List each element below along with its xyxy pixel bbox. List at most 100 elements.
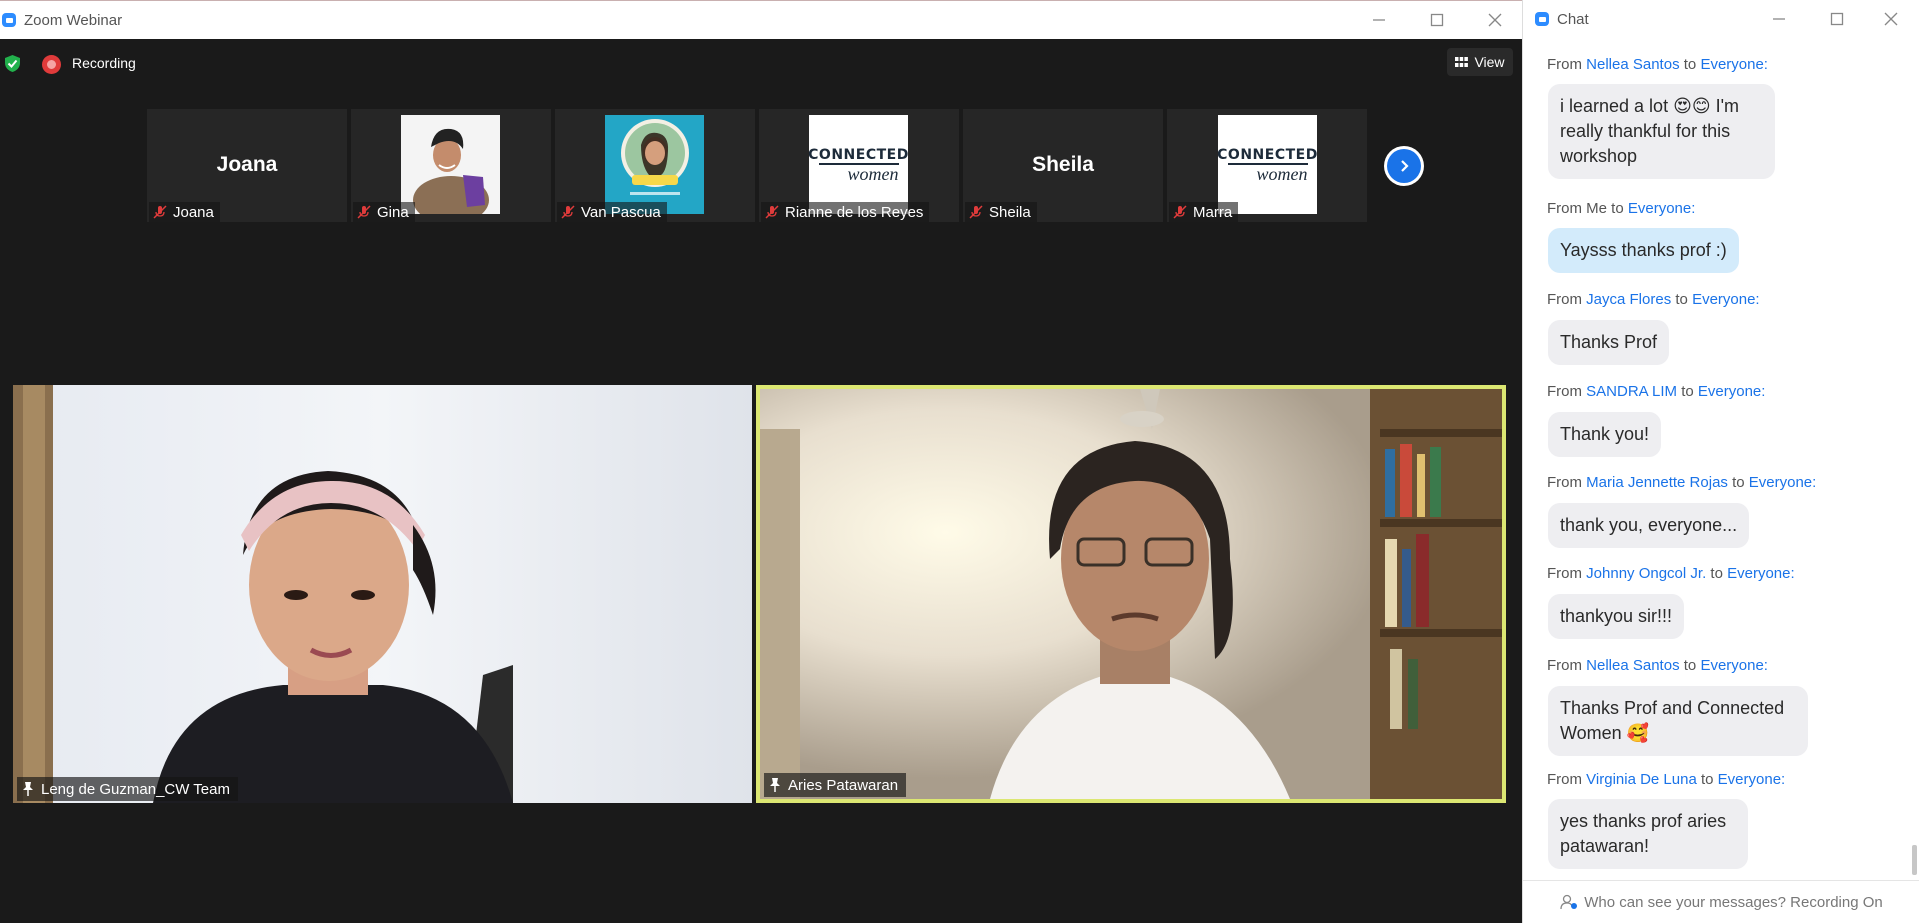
title-bar: Zoom Webinar xyxy=(0,1,1522,39)
participant-name-display: Sheila xyxy=(1032,153,1094,176)
participant-label: Van Pascua xyxy=(557,202,667,222)
minimize-button[interactable] xyxy=(1350,1,1408,39)
recording-icon[interactable] xyxy=(42,55,61,74)
recording-label: Recording xyxy=(72,55,136,71)
close-button[interactable] xyxy=(1466,1,1524,39)
minimize-icon xyxy=(1373,19,1385,21)
grid-view-icon xyxy=(1455,56,1469,67)
maximize-icon xyxy=(1430,13,1444,27)
participant-label: Rianne de los Reyes xyxy=(761,202,930,222)
participant-thumbnail[interactable]: CONNECTED women Rianne de los Reyes xyxy=(759,109,959,222)
close-icon xyxy=(1488,13,1502,27)
maximize-button[interactable] xyxy=(1808,0,1866,38)
to-word: to xyxy=(1607,200,1628,217)
participant-label: Marra xyxy=(1169,202,1239,222)
chat-message-bubble[interactable]: Yaysss thanks prof :) xyxy=(1548,228,1739,273)
participant-name: Gina xyxy=(377,203,409,221)
connected-women-logo: CONNECTED women xyxy=(809,115,908,214)
chat-sender-name[interactable]: Nellea Santos xyxy=(1586,56,1679,73)
participant-thumbnail[interactable]: Gina xyxy=(351,109,551,222)
shield-icon[interactable] xyxy=(4,54,21,73)
from-word: From xyxy=(1547,200,1587,217)
chat-message-header: From Nellea Santos to Everyone: xyxy=(1547,56,1768,73)
close-icon xyxy=(1884,12,1898,26)
next-page-button[interactable] xyxy=(1384,146,1424,186)
chat-recipient: Everyone: xyxy=(1627,200,1696,217)
chat-title-bar: Chat xyxy=(1523,0,1919,38)
participant-photo xyxy=(605,115,704,214)
chat-recipient: Everyone: xyxy=(1700,56,1768,73)
mic-muted-icon xyxy=(765,205,779,219)
logo-text-top: CONNECTED xyxy=(1218,146,1317,163)
chat-footer[interactable]: Who can see your messages? Recording On xyxy=(1523,880,1919,923)
participant-name: Van Pascua xyxy=(581,203,661,221)
from-word: From xyxy=(1547,474,1587,491)
mic-muted-icon xyxy=(969,205,983,219)
video-tile[interactable]: Leng de Guzman_CW Team xyxy=(13,385,752,803)
participant-thumbnail[interactable]: Joana Joana xyxy=(147,109,347,222)
maximize-icon xyxy=(1830,12,1844,26)
chat-sender-name[interactable]: SANDRA LIM xyxy=(1586,383,1677,400)
participant-photo xyxy=(401,115,500,214)
zoom-logo-icon xyxy=(1535,12,1549,26)
chat-message-header: From Johnny Ongcol Jr. to Everyone: xyxy=(1547,565,1795,582)
chat-recipient: Everyone: xyxy=(1717,771,1786,788)
participant-thumbnail[interactable]: Van Pascua xyxy=(555,109,755,222)
participant-label: Aries Patawaran xyxy=(764,773,907,797)
chat-sender-name: Me xyxy=(1586,200,1608,217)
from-word: From xyxy=(1547,56,1587,73)
participant-thumbnail[interactable]: CONNECTED women Marra xyxy=(1167,109,1367,222)
chat-message-header: From SANDRA LIM to Everyone: xyxy=(1547,383,1765,400)
view-label: View xyxy=(1474,54,1505,70)
participant-video xyxy=(760,389,1502,799)
chat-recipient: Everyone: xyxy=(1697,383,1766,400)
chat-message-list[interactable]: From Nellea Santos to Everyone: i learned… xyxy=(1523,38,1919,877)
chat-message-header: From Me to Everyone: xyxy=(1547,200,1695,217)
participant-thumbnail[interactable]: Sheila Sheila xyxy=(963,109,1163,222)
to-word: to xyxy=(1679,56,1701,73)
to-word: to xyxy=(1706,565,1728,582)
user-visibility-icon xyxy=(1560,894,1578,910)
chat-message-bubble[interactable]: Thank you! xyxy=(1548,412,1662,457)
participant-label: Joana xyxy=(149,202,220,222)
chat-recipient: Everyone: xyxy=(1692,291,1760,308)
logo-text-bottom: women xyxy=(818,162,899,183)
chat-message-bubble[interactable]: Thanks Prof and Connected Women 🥰 xyxy=(1548,686,1808,756)
view-button[interactable]: View xyxy=(1447,48,1513,76)
from-word: From xyxy=(1547,383,1587,400)
to-word: to xyxy=(1696,771,1718,788)
chat-sender-name[interactable]: Nellea Santos xyxy=(1586,657,1679,674)
close-button[interactable] xyxy=(1862,0,1919,38)
participant-name: Aries Patawaran xyxy=(788,776,899,794)
chat-message-bubble[interactable]: thankyou sir!!! xyxy=(1548,594,1685,639)
mic-muted-icon xyxy=(561,205,575,219)
chat-privacy-notice: Who can see your messages? Recording On xyxy=(1584,893,1883,911)
zoom-webinar-window: Zoom Webinar Recording View Joana Joana xyxy=(0,0,1522,923)
zoom-logo-icon xyxy=(2,13,16,27)
chat-message-header: From Jayca Flores to Everyone: xyxy=(1547,291,1760,308)
participant-video xyxy=(13,385,752,803)
chat-message-bubble[interactable]: yes thanks prof aries patawaran! xyxy=(1548,799,1748,869)
to-word: to xyxy=(1671,291,1693,308)
chat-message-header: From Virginia De Luna to Everyone: xyxy=(1547,771,1785,788)
chat-message-bubble[interactable]: thank you, everyone... xyxy=(1548,503,1750,548)
from-word: From xyxy=(1547,657,1587,674)
to-word: to xyxy=(1679,657,1701,674)
active-speaker-tile[interactable]: Aries Patawaran xyxy=(756,385,1506,803)
chat-sender-name[interactable]: Maria Jennette Rojas xyxy=(1586,474,1728,491)
participant-name: Joana xyxy=(173,203,214,221)
chat-message-header: From Maria Jennette Rojas to Everyone: xyxy=(1547,474,1816,491)
chat-sender-name[interactable]: Virginia De Luna xyxy=(1586,771,1697,788)
participant-name: Rianne de los Reyes xyxy=(785,203,924,221)
chat-sender-name[interactable]: Jayca Flores xyxy=(1586,291,1671,308)
participant-label: Gina xyxy=(353,202,415,222)
from-word: From xyxy=(1547,291,1587,308)
minimize-button[interactable] xyxy=(1750,0,1808,38)
chat-message-bubble[interactable]: Thanks Prof xyxy=(1548,320,1670,365)
chat-scrollbar[interactable] xyxy=(1912,845,1917,875)
chat-message-bubble[interactable]: i learned a lot 😍😊 I'm really thankful f… xyxy=(1548,84,1775,179)
logo-text-bottom: women xyxy=(1227,162,1308,183)
chat-window: Chat From Nellea Santos to Everyone: i le… xyxy=(1522,0,1919,923)
maximize-button[interactable] xyxy=(1408,1,1466,39)
chat-sender-name[interactable]: Johnny Ongcol Jr. xyxy=(1586,565,1706,582)
